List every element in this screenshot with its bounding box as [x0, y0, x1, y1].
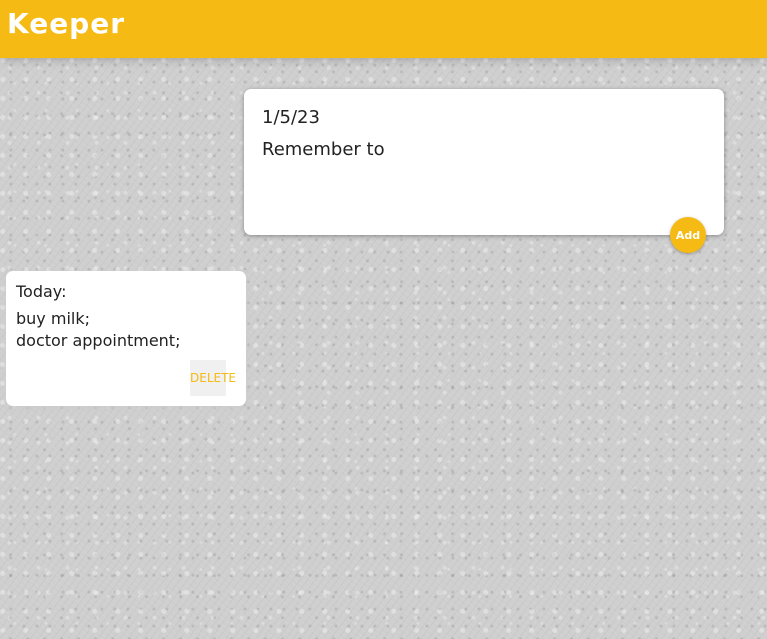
note-content: buy milk; doctor appointment; [16, 309, 181, 350]
create-note-form: Remember to Add [244, 89, 724, 253]
delete-note-button[interactable]: DELETE [190, 360, 236, 396]
app-header: Keeper [0, 0, 767, 58]
note-content-input[interactable]: Remember to [262, 139, 702, 209]
note-card: Today: buy milk; doctor appointment; DEL… [6, 271, 246, 406]
add-note-button[interactable]: Add [670, 217, 706, 253]
note-title-input[interactable] [262, 103, 702, 131]
note-title: Today: [16, 282, 67, 301]
app-title: Keeper [7, 7, 126, 40]
